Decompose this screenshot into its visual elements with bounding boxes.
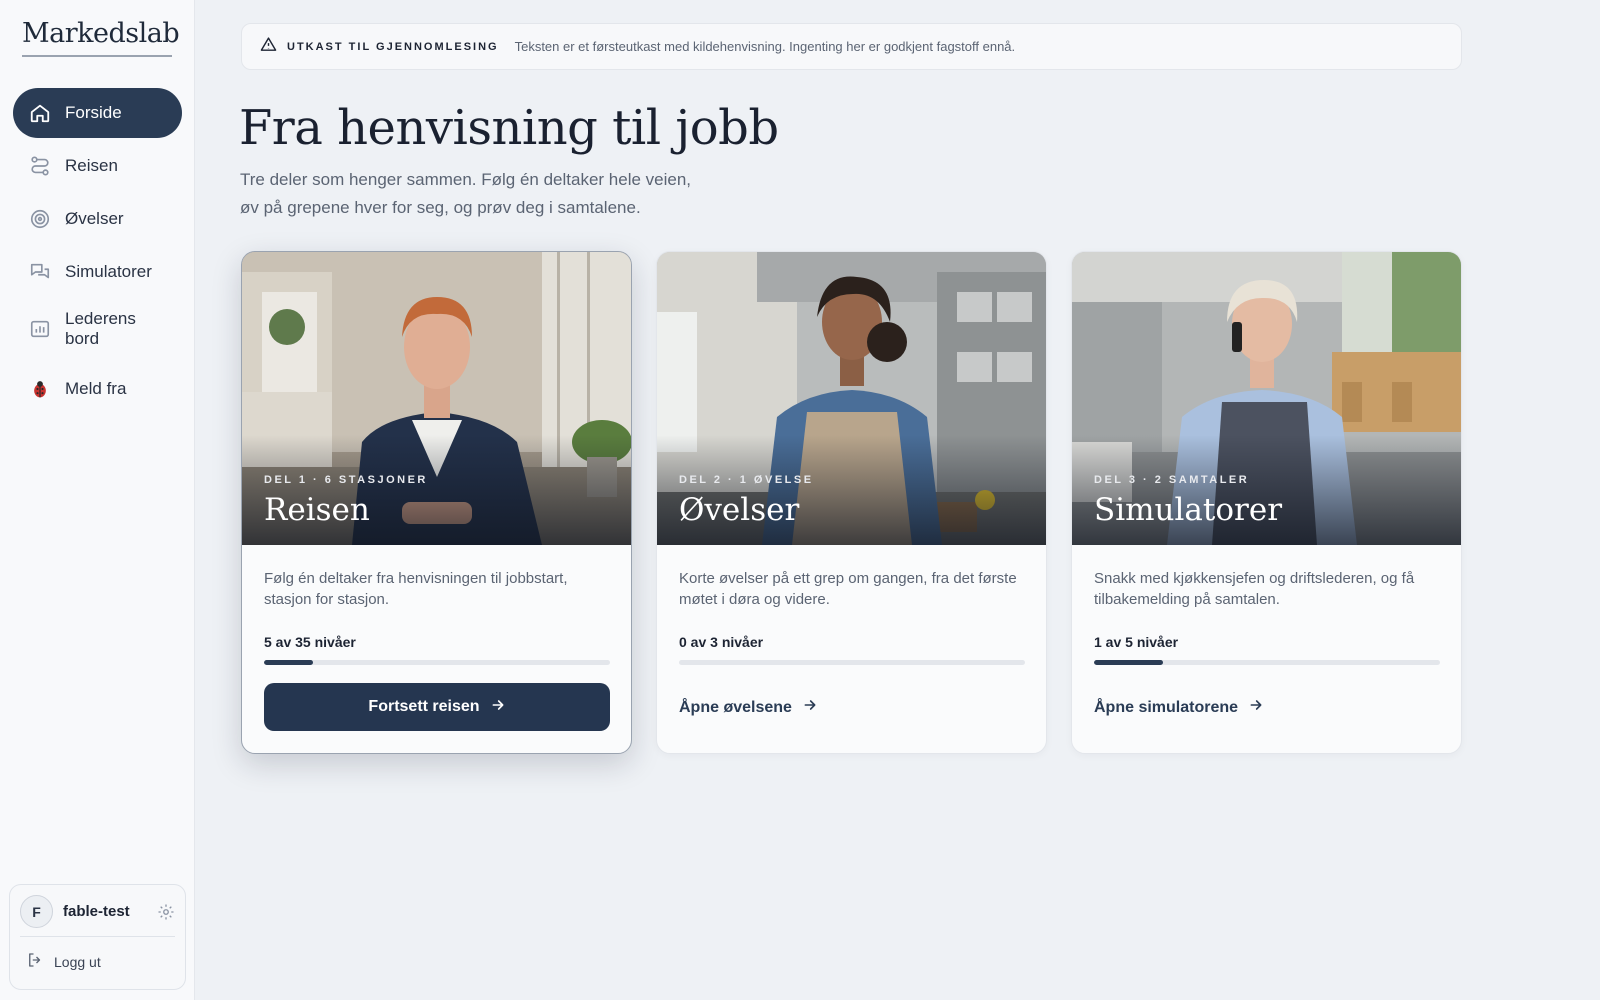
app-logo[interactable]: Markedslab [22,18,180,57]
progress-label: 1 av 5 nivåer [1094,634,1179,650]
subtitle-line: øv på grepene hver for seg, og prøv deg … [240,198,641,217]
username: fable-test [63,903,130,920]
card-kicker: DEL 2 · 1 ØVELSE [679,474,814,486]
button-label: Fortsett reisen [368,698,480,715]
sidebar-item-forside[interactable]: Forside [13,88,182,138]
link-label: Åpne øvelsene [679,698,792,716]
progress-bar [264,660,610,665]
sidebar-item-reisen[interactable]: Reisen [13,141,182,191]
home-icon [27,100,53,126]
logout-button[interactable]: Logg ut [10,937,185,986]
card-reisen[interactable]: DEL 1 · 6 STASJONER Reisen Følg én delta… [241,251,632,754]
progress-label: 0 av 3 nivåer [679,634,764,650]
route-icon [27,153,53,179]
card-title: Simulatorer [1094,492,1283,528]
card-ovelser[interactable]: DEL 2 · 1 ØVELSE Øvelser Korte øvelser p… [656,251,1047,754]
page-subtitle: Tre deler som henger sammen. Følg én del… [240,166,720,222]
sidebar-item-label: Simulatorer [65,262,152,281]
target-icon [27,206,53,232]
progress-fill [1094,660,1164,665]
sidebar-nav: Forside Reisen Øvelser Simulatorer Leder… [13,88,182,417]
logout-label: Logg ut [54,953,101,970]
avatar[interactable]: F [20,895,53,928]
sidebar-item-ovelser[interactable]: Øvelser [13,194,182,244]
card-simulatorer[interactable]: DEL 3 · 2 SAMTALER Simulatorer Snakk med… [1071,251,1462,754]
page-title: Fra henvisning til jobb [239,100,779,156]
card-title: Øvelser [679,492,800,528]
card-kicker: DEL 3 · 2 SAMTALER [1094,474,1250,486]
sidebar-item-label: Meld fra [65,379,127,398]
subtitle-line: Tre deler som henger sammen. Følg én del… [240,170,692,189]
card-description: Korte øvelser på ett grep om gangen, fra… [679,570,1017,608]
progress-fill [264,660,314,665]
sidebar: Markedslab Forside Reisen Øvelser Simula… [0,0,195,1000]
arrow-right-icon [802,697,818,718]
sidebar-item-label: Øvelser [65,209,124,228]
gear-icon[interactable] [157,903,175,921]
card-title: Reisen [264,492,370,528]
sidebar-item-meld-fra[interactable]: Meld fra [13,364,182,414]
logout-icon [26,951,44,972]
card-description: Snakk med kjøkkensjefen og driftslederen… [1094,570,1415,608]
chat-bubbles-icon [27,259,53,285]
arrow-right-icon [1248,697,1264,718]
sidebar-item-simulatorer[interactable]: Simulatorer [13,247,182,297]
progress-label: 5 av 35 nivåer [264,634,356,650]
card-description: Følg én deltaker fra henvisningen til jo… [264,570,568,608]
user-panel: F fable-test Logg ut [9,884,186,990]
banner-title: UTKAST TIL GJENNOMLESING [287,40,499,53]
warning-triangle-icon [260,36,277,58]
open-simulators-link[interactable]: Åpne simulatorene [1094,697,1264,718]
sidebar-item-lederens-bord[interactable]: Lederens bord [13,300,182,358]
ladybug-icon [27,376,53,402]
card-kicker: DEL 1 · 6 STASJONER [264,474,428,486]
progress-bar [679,660,1025,665]
sidebar-item-label: Lederens bord [65,309,136,348]
sidebar-item-label: Forside [65,103,122,122]
user-row: F fable-test [10,885,185,936]
banner-text: Teksten er et førsteutkast med kildehenv… [514,39,1016,54]
open-exercises-link[interactable]: Åpne øvelsene [679,697,818,718]
continue-journey-button[interactable]: Fortsett reisen [264,683,610,731]
draft-banner: UTKAST TIL GJENNOMLESING Teksten er et f… [241,23,1462,70]
progress-bar [1094,660,1440,665]
link-label: Åpne simulatorene [1094,698,1239,716]
bar-chart-icon [27,316,53,342]
arrow-right-icon [490,697,506,718]
sidebar-item-label: Reisen [65,156,118,175]
